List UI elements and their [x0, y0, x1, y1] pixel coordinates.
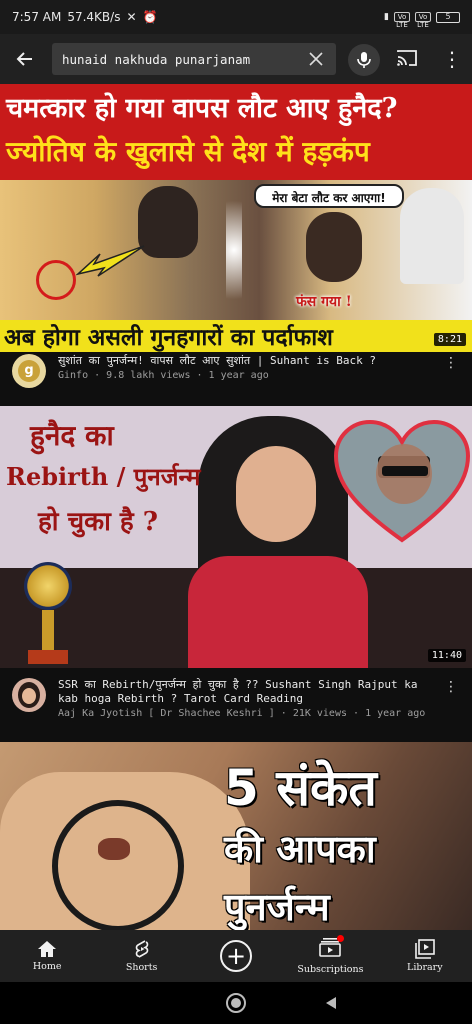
cast-icon: [397, 50, 417, 66]
thumbnail-headline-2: ज्योतिष के खुलासे से देश में हड़कंप: [6, 135, 370, 168]
video-meta[interactable]: g सुशांत का पुनर्जन्म! वापस लौट आए सुशां…: [0, 352, 472, 406]
thumbnail-headline-3: हो चुका है ?: [38, 507, 158, 537]
nav-home[interactable]: Home: [0, 930, 94, 982]
thumbnail-red-banner: चमत्कार हो गया वापस लौट आए हुनैद? ज्योति…: [0, 84, 472, 180]
thumbnail-headline-2: की आपका: [224, 827, 376, 871]
video-subtitle: Ginfo · 9.8 lakh views · 1 year ago: [58, 370, 269, 381]
view-count: 9.8 lakh views: [106, 370, 191, 381]
thumbnail-headline-3: पुनर्जन्म: [224, 885, 330, 929]
system-back-button[interactable]: [326, 997, 336, 1009]
thumbnail-caption: फंस गया !: [296, 294, 352, 310]
more-vert-icon: ⋮: [444, 679, 458, 695]
video-thumbnail[interactable]: चमत्कार हो गया वापस लौट आए हुनैद? ज्योति…: [0, 84, 472, 352]
nav-label-shorts: Shorts: [125, 962, 158, 973]
status-speed: 57.4KB/s: [67, 10, 121, 24]
signal-icon-2: Vo LTE: [415, 12, 431, 29]
thumbnail-headline-2: Rebirth / पुनर्जन्म: [6, 462, 201, 491]
upload-age: 1 year ago: [365, 708, 426, 719]
upload-age: 1 year ago: [208, 370, 269, 381]
nav-label-home: Home: [32, 961, 62, 972]
channel-avatar[interactable]: g: [12, 354, 46, 388]
signal-icon-1: Vo LTE: [394, 12, 410, 29]
back-button[interactable]: [0, 34, 50, 84]
arrow-left-icon: [16, 52, 32, 66]
home-icon: [38, 941, 57, 957]
nav-label-subscriptions: Subscriptions: [297, 964, 364, 975]
heart-frame: [334, 420, 470, 543]
video-thumbnail[interactable]: हुनैद का Rebirth / पुनर्जन्म हो चुका है …: [0, 406, 472, 668]
elder-man-portrait: [400, 188, 464, 284]
thumbnail-headline-1: हुनैद का: [30, 419, 114, 452]
woman-portrait: [306, 212, 362, 282]
video-duration: 8:21: [433, 333, 466, 346]
channel-avatar[interactable]: [12, 678, 46, 712]
view-count: 21K views: [292, 708, 347, 719]
status-bar: 7:57 AM 57.4KB/s ✕ ⏰ ▮ Vo LTE Vo LTE 5: [0, 0, 472, 34]
system-home-button[interactable]: [226, 993, 246, 1013]
nav-label-library: Library: [407, 962, 443, 973]
cast-button[interactable]: [396, 48, 420, 72]
speech-bubble: मेरा बेटा लौट कर आएगा!: [254, 184, 404, 208]
man-portrait: [138, 186, 198, 258]
nav-library[interactable]: Library: [378, 930, 472, 982]
library-icon: [415, 939, 435, 959]
shorts-icon: [135, 940, 148, 958]
search-input[interactable]: hunaid nakhuda punarjanam: [52, 43, 336, 75]
video-title[interactable]: SSR का Rebirth/पुनर्जन्म हो चुका है ?? S…: [58, 678, 438, 706]
light-burst: [226, 180, 242, 320]
system-navigation-bar: [0, 982, 472, 1024]
birthmark: [98, 838, 130, 860]
highlight-circle: [36, 260, 76, 300]
voice-search-button[interactable]: [348, 44, 380, 76]
thumbnail-headline-1: चमत्कार हो गया वापस लौट आए हुनैद?: [6, 93, 398, 124]
woman-face: [236, 446, 316, 542]
more-vert-icon: ⋮: [444, 355, 458, 371]
video-duration: 11:40: [427, 649, 466, 662]
nav-shorts[interactable]: Shorts: [94, 930, 188, 982]
channel-name: Aaj Ka Jyotish [ Dr Shachee Keshri ]: [58, 708, 275, 719]
magnifier-circle: [52, 800, 184, 930]
search-header: hunaid nakhuda punarjanam ⋮: [0, 34, 472, 84]
mute-icon: ✕: [126, 10, 137, 24]
microphone-icon: [357, 52, 371, 68]
nav-subscriptions[interactable]: Subscriptions: [283, 930, 377, 982]
video-subtitle: Aaj Ka Jyotish [ Dr Shachee Keshri ] · 2…: [58, 708, 426, 719]
nav-create[interactable]: +: [189, 930, 283, 982]
create-icon: +: [220, 940, 253, 972]
thumbnail-headline-3: अब होगा असली गुनहगारों का पर्दाफाश: [4, 324, 333, 351]
video-menu-button[interactable]: ⋮: [442, 676, 460, 698]
video-meta[interactable]: SSR का Rebirth/पुनर्जन्म हो चुका है ?? S…: [0, 668, 472, 742]
more-options-button[interactable]: ⋮: [440, 46, 464, 72]
close-icon: [309, 52, 323, 66]
search-query: hunaid nakhuda punarjanam: [62, 51, 251, 67]
video-menu-button[interactable]: ⋮: [442, 352, 460, 374]
channel-logo: g: [18, 360, 40, 382]
battery-icon: 5: [436, 11, 460, 23]
bottom-navigation: Home Shorts + Subscriptions Library: [0, 930, 472, 982]
clear-search-button[interactable]: [304, 47, 328, 71]
trophy-image: [10, 556, 90, 668]
thumbnail-yellow-banner: अब होगा असली गुनहगारों का पर्दाफाश: [0, 320, 472, 352]
video-thumbnail[interactable]: 5 संकेत की आपका पुनर्जन्म: [0, 742, 472, 930]
channel-name: Ginfo: [58, 370, 89, 381]
alarm-icon: ⏰: [142, 10, 158, 24]
video-title[interactable]: सुशांत का पुनर्जन्म! वापस लौट आए सुशांत …: [58, 354, 438, 368]
arrow-pointer-icon: [76, 245, 145, 277]
notification-dot: [337, 935, 345, 942]
thumbnail-headline-1: 5 संकेत: [224, 759, 377, 817]
vibrate-icon: ▮: [384, 12, 389, 22]
more-vert-icon: ⋮: [442, 47, 462, 71]
woman-dress: [188, 556, 368, 668]
status-time: 7:57 AM: [12, 10, 62, 24]
